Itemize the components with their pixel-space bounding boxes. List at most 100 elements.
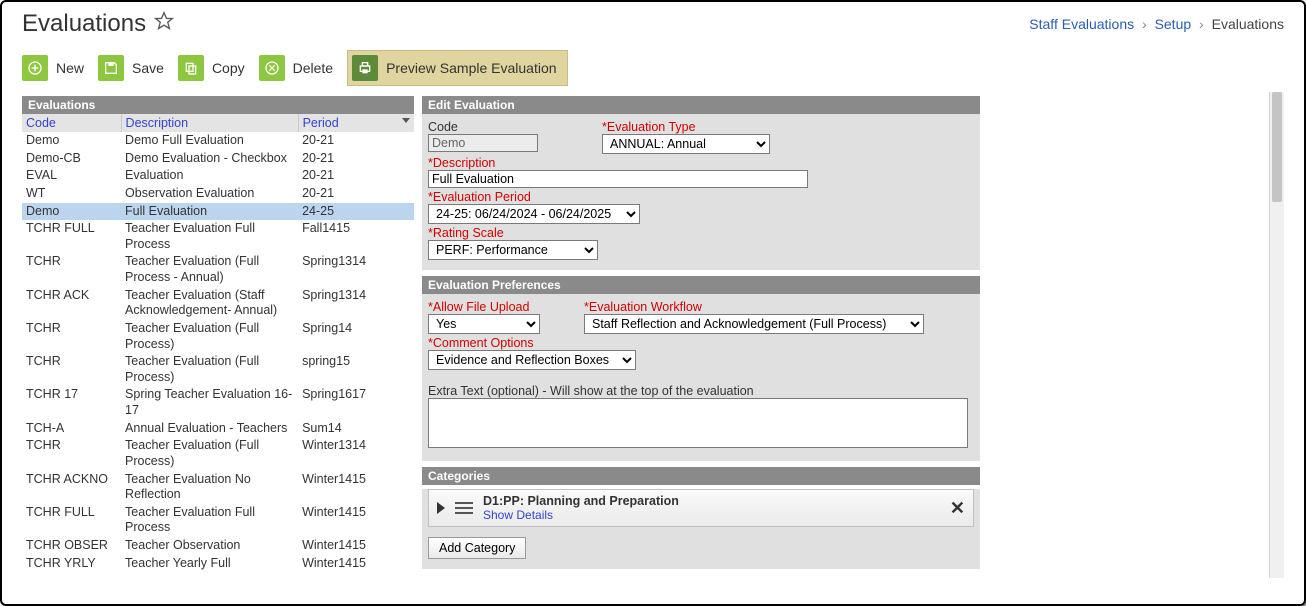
extra-text-label: Extra Text (optional) - Will show at the…	[428, 384, 974, 398]
cell-period: Winter1415	[298, 537, 414, 555]
evaluation-type-select[interactable]: ANNUAL: Annual	[602, 134, 770, 154]
cell-code: TCHR	[22, 320, 121, 353]
expand-triangle-icon[interactable]	[437, 502, 445, 514]
evaluation-workflow-select[interactable]: Staff Reflection and Acknowledgement (Fu…	[584, 314, 924, 334]
cell-code: TCHR	[22, 353, 121, 386]
printer-icon	[352, 55, 378, 81]
column-header-description[interactable]: Description	[121, 114, 298, 132]
cell-code: TCHR YRLY	[22, 555, 121, 573]
table-row[interactable]: TCH-AAnnual Evaluation - TeachersSum14	[22, 420, 414, 438]
cell-code: EVAL	[22, 167, 121, 185]
rating-scale-select[interactable]: PERF: Performance	[428, 240, 598, 260]
cell-description: Evaluation	[121, 167, 298, 185]
evaluations-table: Code Description Period DemoDemo Full Ev…	[22, 114, 414, 572]
preview-sample-button[interactable]: Preview Sample Evaluation	[347, 50, 567, 86]
extra-text-textarea[interactable]	[428, 398, 968, 448]
table-row[interactable]: TCHRTeacher Evaluation (Full Process)Spr…	[22, 320, 414, 353]
description-input[interactable]	[428, 170, 808, 188]
breadcrumb-link-1[interactable]: Setup	[1155, 16, 1192, 32]
evaluation-period-select[interactable]: 24-25: 06/24/2024 - 06/24/2025	[428, 204, 640, 224]
chevron-right-icon: ›	[1142, 16, 1147, 32]
cell-period: Winter1415	[298, 471, 414, 504]
cell-description: Demo Evaluation - Checkbox	[121, 150, 298, 168]
page-title: Evaluations	[22, 10, 174, 38]
cell-period: Fall1415	[298, 220, 414, 253]
cell-period: Sum14	[298, 420, 414, 438]
categories-panel-header: Categories	[422, 467, 980, 485]
table-row[interactable]: TCHR ACKNOTeacher Evaluation No Reflecti…	[22, 471, 414, 504]
preview-sample-button-label: Preview Sample Evaluation	[386, 60, 556, 76]
delete-button[interactable]: Delete	[259, 50, 333, 86]
cell-code: TCHR FULL	[22, 504, 121, 537]
cell-description: Teacher Evaluation (Full Process)	[121, 353, 298, 386]
page-title-text: Evaluations	[22, 10, 146, 38]
allow-file-upload-select[interactable]: Yes	[428, 314, 540, 334]
plus-circle-icon	[22, 55, 48, 81]
scrollbar-thumb[interactable]	[1272, 92, 1282, 202]
code-label: Code	[428, 120, 576, 134]
new-button-label: New	[56, 60, 84, 76]
sort-indicator-icon	[402, 118, 410, 123]
cell-description: Annual Evaluation - Teachers	[121, 420, 298, 438]
table-row[interactable]: TCHR FULLTeacher Evaluation Full Process…	[22, 220, 414, 253]
drag-handle-icon[interactable]	[455, 502, 473, 514]
table-row[interactable]: DemoDemo Full Evaluation20-21	[22, 132, 414, 150]
cell-period: Winter1415	[298, 555, 414, 573]
cell-code: Demo	[22, 132, 121, 150]
cell-period: 20-21	[298, 150, 414, 168]
table-row[interactable]: TCHR FULLTeacher Evaluation Full Process…	[22, 504, 414, 537]
column-header-code[interactable]: Code	[22, 114, 121, 132]
table-row[interactable]: TCHRTeacher Evaluation (Full Process)Win…	[22, 437, 414, 470]
cell-code: Demo	[22, 203, 121, 221]
cell-description: Teacher Evaluation (Staff Acknowledgemen…	[121, 287, 298, 320]
close-circle-icon	[259, 55, 285, 81]
cell-code: TCHR OBSER	[22, 537, 121, 555]
cell-code: WT	[22, 185, 121, 203]
cell-description: Full Evaluation	[121, 203, 298, 221]
table-row[interactable]: TCHRTeacher Evaluation (Full Process)spr…	[22, 353, 414, 386]
add-category-button[interactable]: Add Category	[428, 537, 526, 559]
cell-period: Spring1314	[298, 287, 414, 320]
comment-options-select[interactable]: Evidence and Reflection Boxes	[428, 350, 636, 370]
vertical-scrollbar[interactable]	[1269, 92, 1284, 578]
new-button[interactable]: New	[22, 50, 84, 86]
edit-evaluation-panel-header: Edit Evaluation	[422, 96, 980, 114]
table-row[interactable]: TCHR YRLYTeacher Yearly FullWinter1415	[22, 555, 414, 573]
cell-period: Spring14	[298, 320, 414, 353]
breadcrumb-current: Evaluations	[1212, 16, 1284, 32]
table-row[interactable]: TCHR ACKTeacher Evaluation (Staff Acknow…	[22, 287, 414, 320]
cell-code: TCHR	[22, 253, 121, 286]
cell-code: TCHR ACK	[22, 287, 121, 320]
column-header-period[interactable]: Period	[298, 114, 414, 132]
evaluation-type-label: *Evaluation Type	[602, 120, 770, 134]
cell-code: TCHR	[22, 437, 121, 470]
show-details-link[interactable]: Show Details	[483, 508, 940, 522]
cell-period: Spring1617	[298, 386, 414, 419]
chevron-right-icon: ›	[1199, 16, 1204, 32]
remove-category-icon[interactable]: ✕	[950, 498, 965, 519]
favorite-star-icon[interactable]	[154, 10, 174, 38]
table-row[interactable]: DemoFull Evaluation24-25	[22, 203, 414, 221]
table-row[interactable]: TCHRTeacher Evaluation (Full Process - A…	[22, 253, 414, 286]
save-button[interactable]: Save	[98, 50, 164, 86]
cell-description: Teacher Evaluation No Reflection	[121, 471, 298, 504]
cell-description: Teacher Evaluation (Full Process)	[121, 437, 298, 470]
table-row[interactable]: Demo-CBDemo Evaluation - Checkbox20-21	[22, 150, 414, 168]
category-title: D1:PP: Planning and Preparation	[483, 494, 940, 508]
cell-description: Teacher Evaluation Full Process	[121, 220, 298, 253]
table-row[interactable]: TCHR OBSERTeacher ObservationWinter1415	[22, 537, 414, 555]
table-row[interactable]: EVALEvaluation20-21	[22, 167, 414, 185]
cell-description: Teacher Evaluation Full Process	[121, 504, 298, 537]
copy-button[interactable]: Copy	[178, 50, 245, 86]
comment-options-label: *Comment Options	[428, 336, 974, 350]
breadcrumb-link-0[interactable]: Staff Evaluations	[1029, 16, 1134, 32]
copy-icon	[178, 55, 204, 81]
table-row[interactable]: WTObservation Evaluation20-21	[22, 185, 414, 203]
copy-button-label: Copy	[212, 60, 245, 76]
evaluation-workflow-label: *Evaluation Workflow	[584, 300, 924, 314]
save-button-label: Save	[132, 60, 164, 76]
cell-period: spring15	[298, 353, 414, 386]
cell-description: Teacher Observation	[121, 537, 298, 555]
table-row[interactable]: TCHR 17Spring Teacher Evaluation 16-17Sp…	[22, 386, 414, 419]
cell-period: 20-21	[298, 167, 414, 185]
